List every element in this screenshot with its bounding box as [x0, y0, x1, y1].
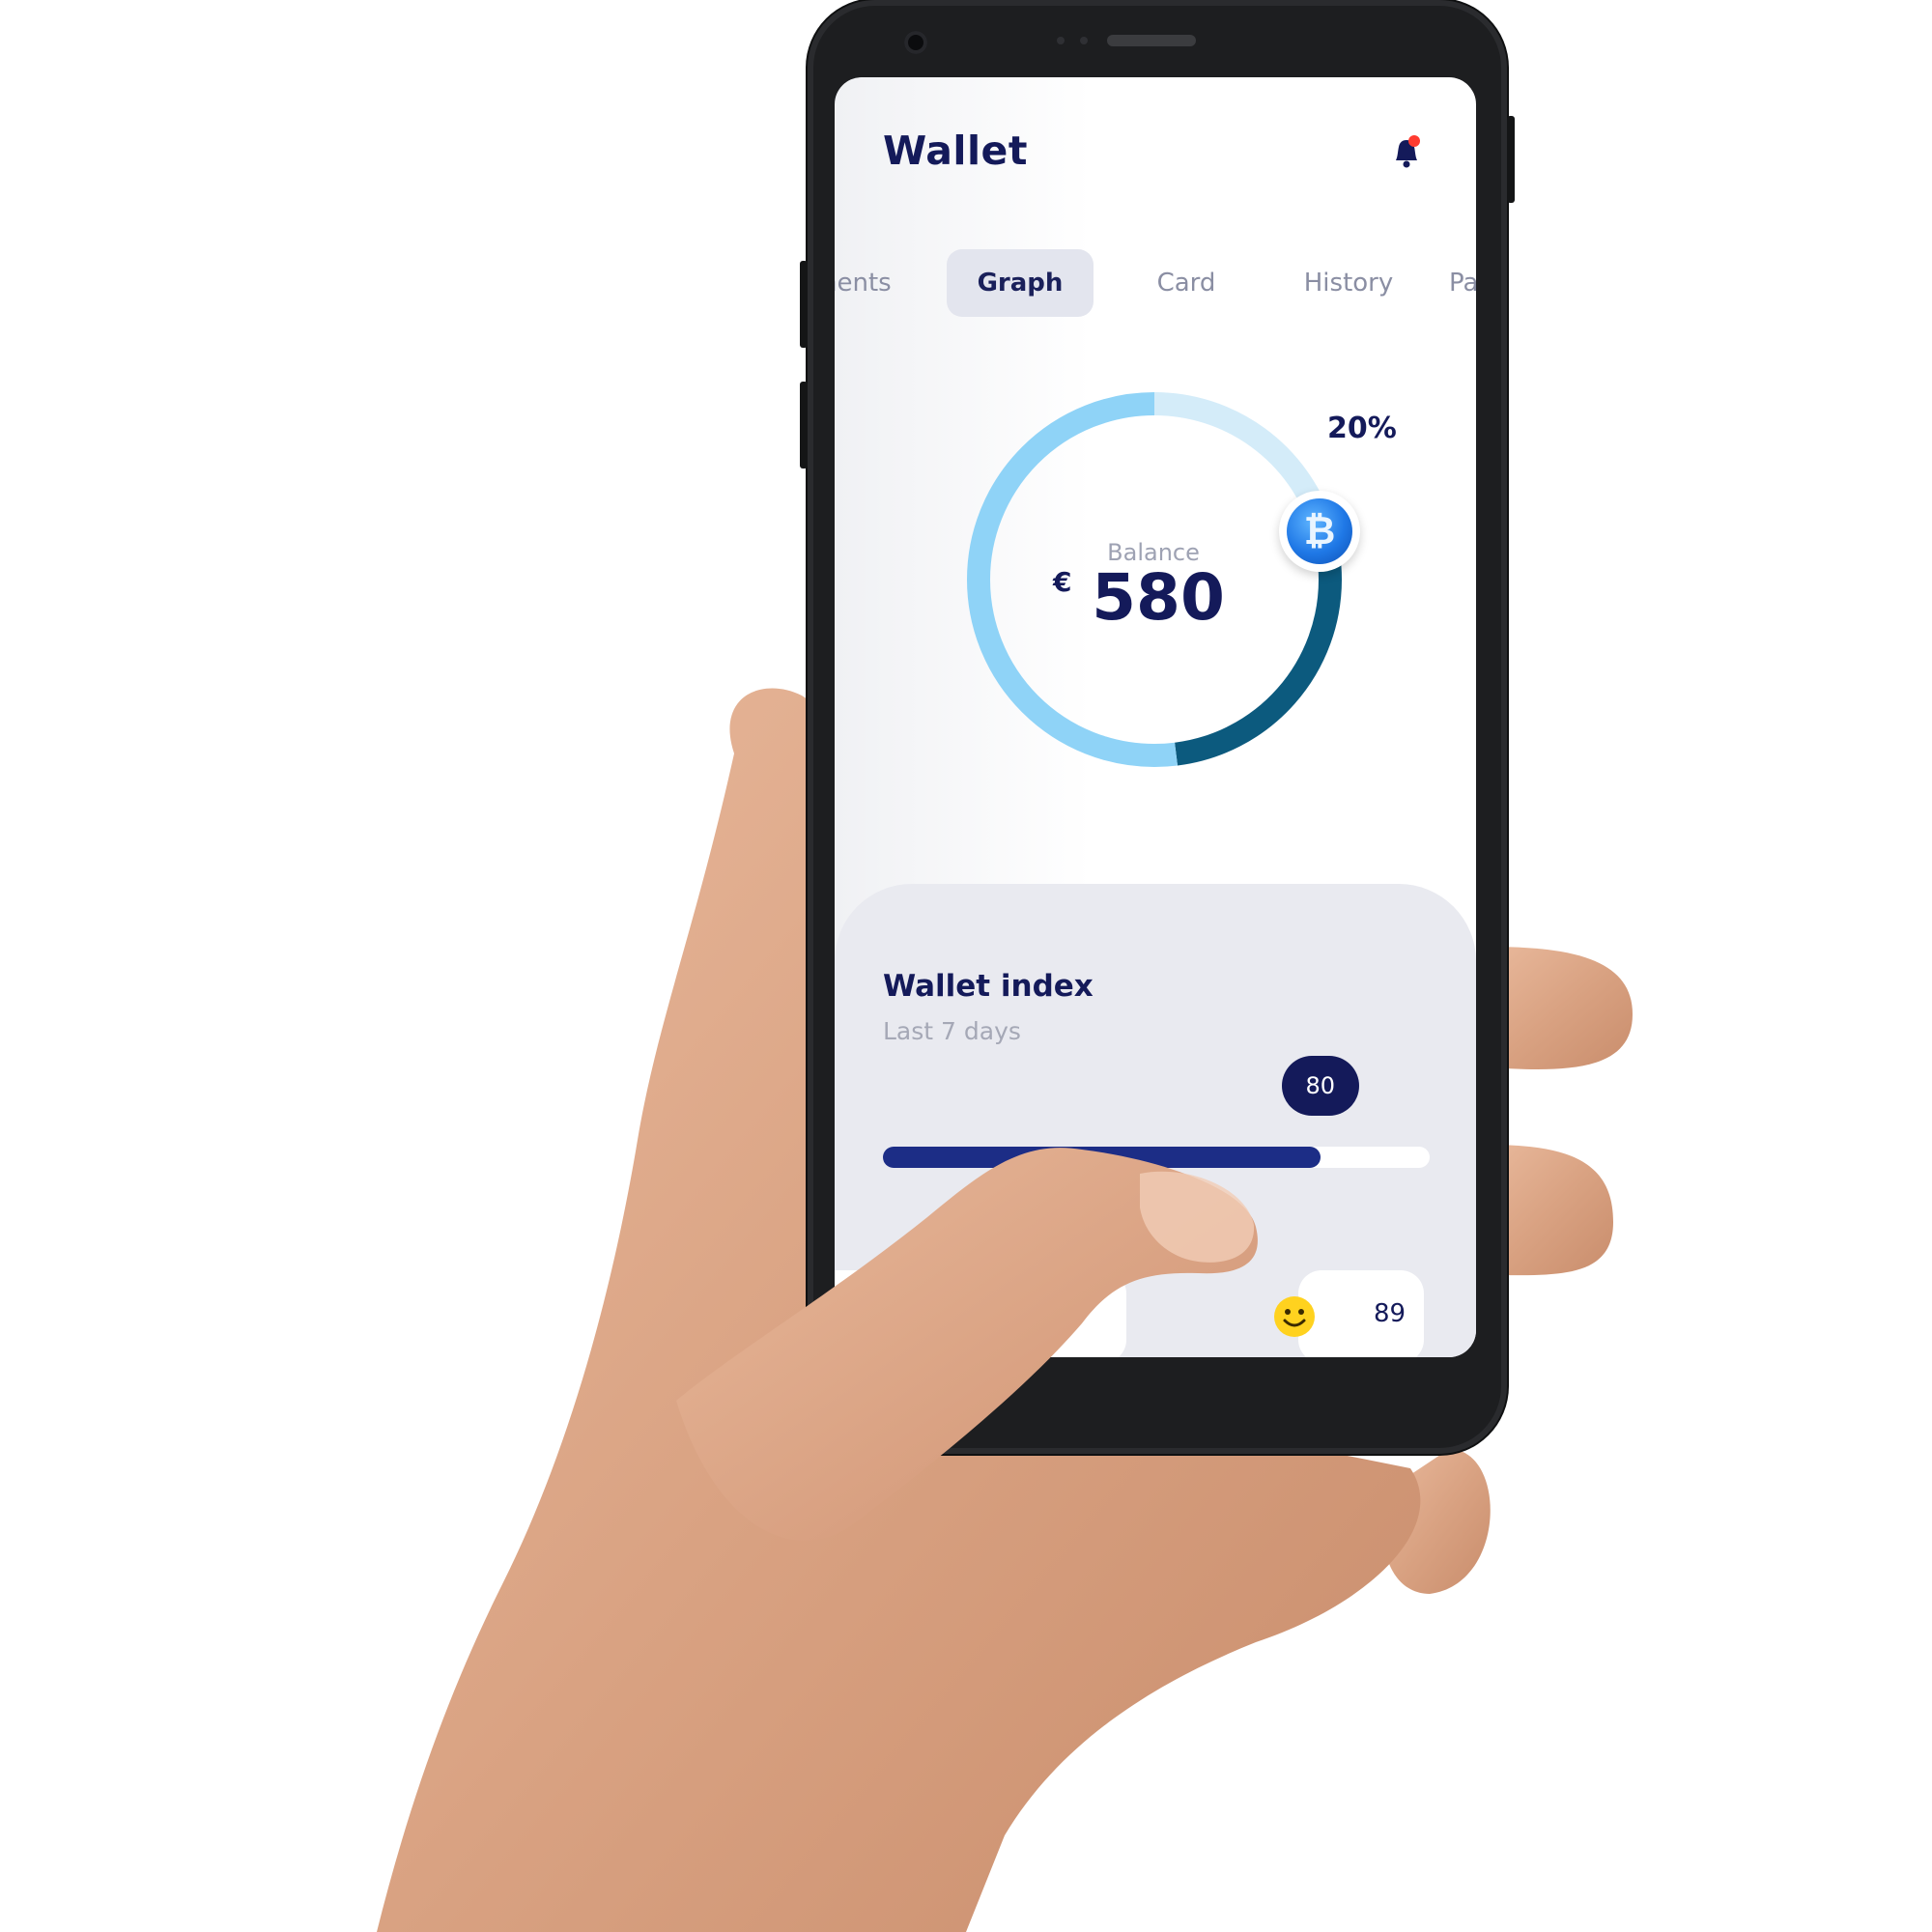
stage: Wallet nents Graph Card History Pa 20% B…: [0, 0, 1932, 1932]
thumb-illustration: [676, 1148, 1258, 1541]
